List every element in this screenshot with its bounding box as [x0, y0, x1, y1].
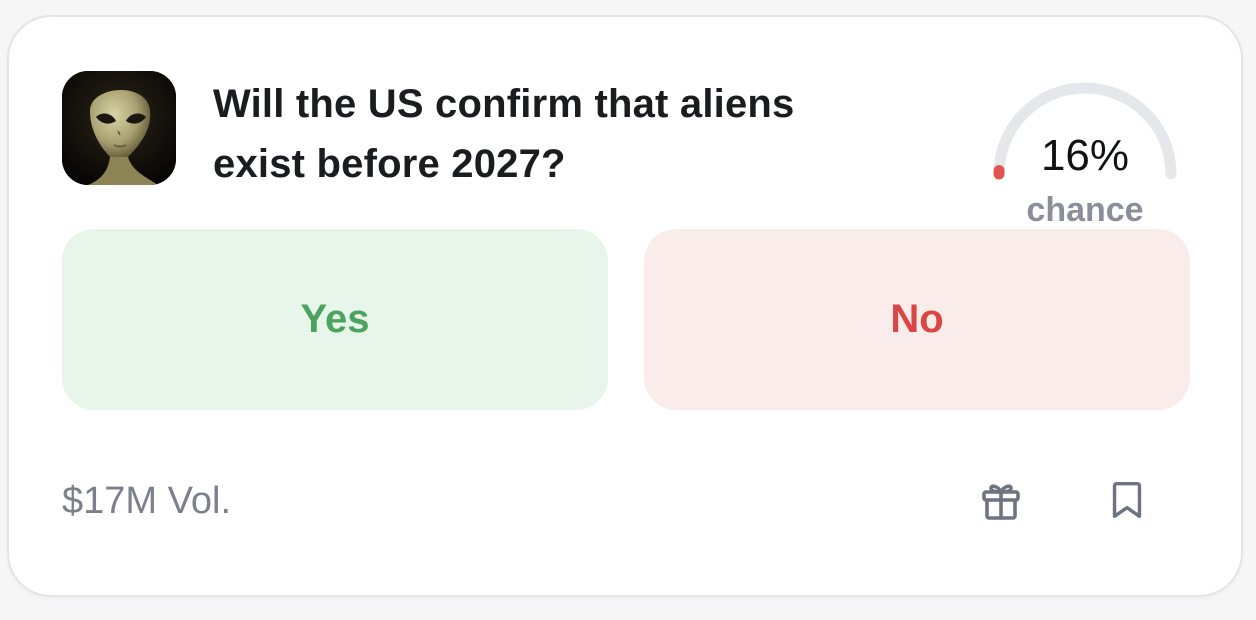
alien-portrait-icon [62, 71, 176, 185]
volume-text: $17M Vol. [62, 480, 231, 522]
market-question[interactable]: Will the US confirm that aliens exist be… [213, 74, 893, 194]
gift-icon [982, 484, 1020, 520]
chance-percent: 16% [1040, 131, 1130, 180]
no-button[interactable]: No [644, 229, 1190, 410]
market-thumbnail[interactable] [62, 71, 176, 185]
chance-caption: chance [1026, 191, 1144, 229]
bookmark-icon [1112, 481, 1142, 519]
bookmark-button[interactable] [1097, 470, 1157, 530]
gift-button[interactable] [971, 470, 1031, 530]
yes-button[interactable]: Yes [62, 229, 608, 410]
